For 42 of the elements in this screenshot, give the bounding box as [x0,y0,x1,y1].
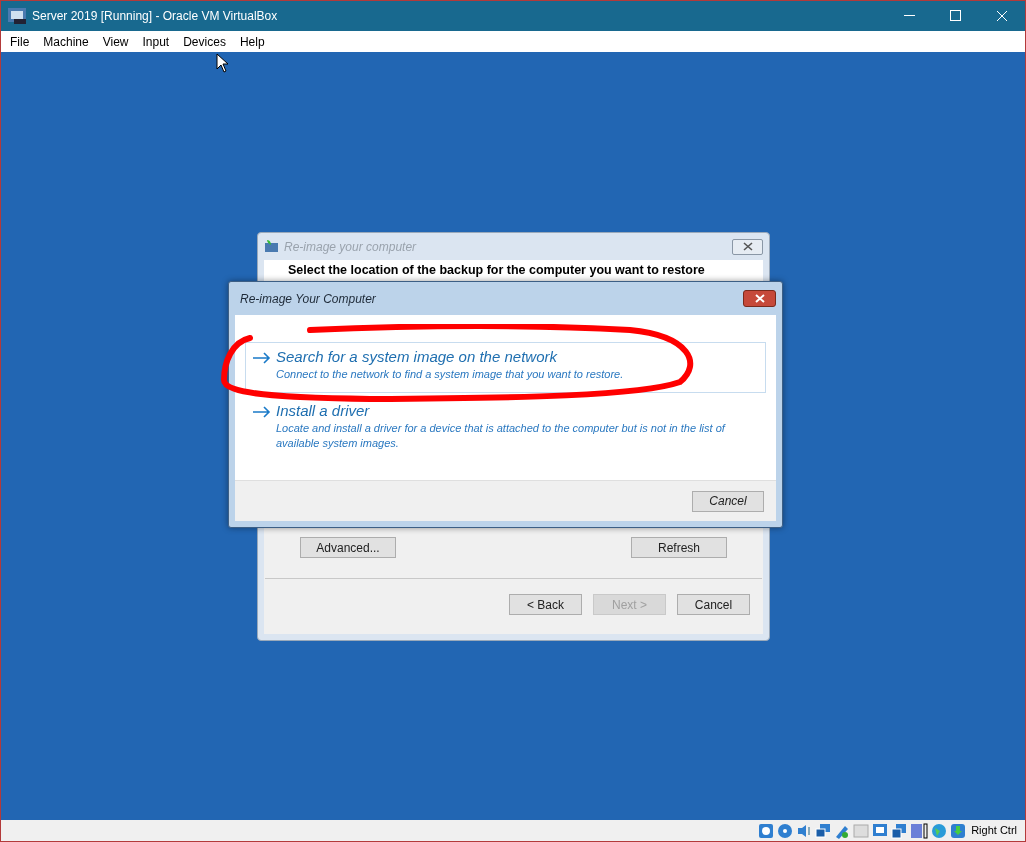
dialog-title: Re-image your computer [284,238,417,256]
cancel-button[interactable]: Cancel [677,594,750,615]
display-icon[interactable] [872,822,889,839]
menu-item[interactable]: File [3,32,37,51]
menu-item[interactable]: View [95,32,136,51]
computer-icon [264,238,280,255]
maximize-icon [950,10,962,22]
option-description: Connect to the network to find a system image that you want to restore. [276,367,624,382]
back-button[interactable]: < Back [509,594,582,615]
globe-icon[interactable] [931,822,948,839]
menu-item[interactable]: Input [135,32,177,51]
command-link[interactable]: Install a driver Locate and install a driver for a device that is attached to the computer but is not in the list of available system images. [245,396,766,462]
arrow-icon [252,352,271,364]
menu-item[interactable]: Devices [176,32,233,51]
download-icon[interactable] [950,822,967,839]
arrow-icon [252,406,271,418]
option-title: Install a driver [276,401,371,421]
close-button[interactable] [732,238,763,255]
windows-icon[interactable] [891,822,908,839]
minimize-icon [904,15,916,17]
disc-icon[interactable] [777,822,794,839]
close-icon [742,242,753,251]
dialog-heading: Select the location of the backup for the computer you want to restore [288,263,705,278]
app-icon [8,7,28,25]
option-title: Search for a system image on the network [276,347,559,367]
close-icon [754,294,765,303]
window-title: Server 2019 [Running] - Oracle VM VirtualBox [32,8,278,25]
command-link[interactable]: Search for a system image on the network Connect to the network to find a system image that you want to restore. [245,342,766,393]
dialog-title: Re-image Your Computer [240,290,376,308]
refresh-button[interactable]: Refresh [631,537,727,558]
close-button[interactable] [743,290,776,307]
video-icon[interactable] [910,822,929,839]
network-icon[interactable] [815,822,832,839]
host-key-label: Right Ctrl [971,823,1017,839]
menu-item[interactable]: Help [232,32,272,51]
close-icon [996,10,1008,22]
mouse-cursor-icon [216,53,229,73]
menu-item[interactable]: Machine [36,32,96,51]
option-description: Locate and install a driver for a device that is attached to the computer but is not in the list of available system images. [276,421,727,451]
cancel-button[interactable]: Cancel [692,490,764,512]
advanced-button[interactable]: Advanced... [300,537,396,558]
speaker-icon[interactable] [796,822,813,839]
